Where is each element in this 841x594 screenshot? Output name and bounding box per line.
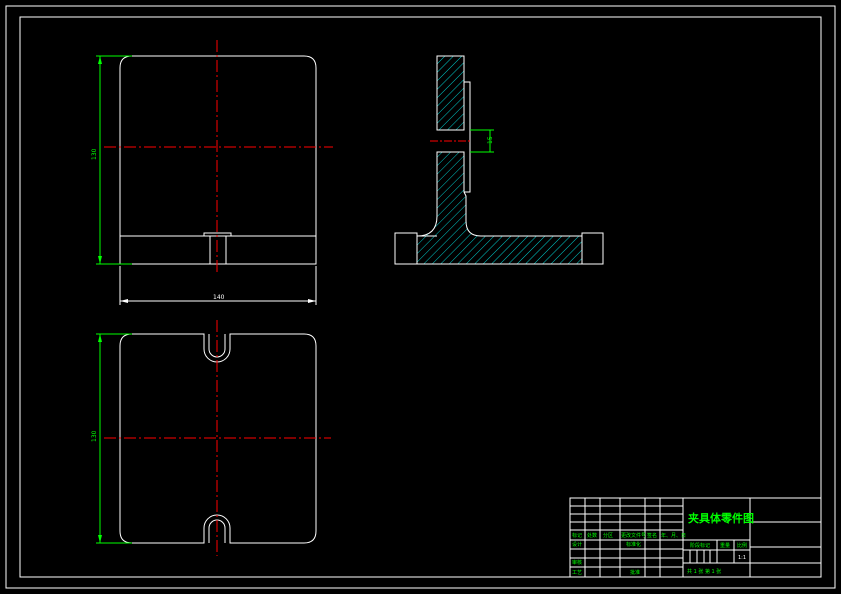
label-ratio: 比例 — [737, 542, 747, 549]
sheet-info: 共 1 张 第 1 张 — [687, 568, 721, 575]
label-weight: 重量 — [720, 542, 730, 549]
label-change-doc: 更改文件号 — [621, 532, 646, 539]
label-approve: 批准 — [630, 569, 640, 576]
side-section-step — [464, 81, 471, 193]
label-sign: 签名 — [647, 532, 657, 539]
side-section-view: 15 — [394, 55, 604, 265]
dim-label-front-height: 130 — [91, 148, 98, 160]
dim-label-front-width: 140 — [213, 294, 225, 301]
cad-drawing-canvas: 130 140 15 130 夹具体零件图 标记 处数 分区 更改文件号 签名 … — [5, 5, 836, 589]
label-process: 工艺 — [572, 570, 582, 576]
value-ratio: 1:1 — [738, 555, 746, 561]
label-stage: 阶段标记 — [690, 542, 710, 549]
dim-arrow-plan-top — [98, 334, 102, 342]
dim-arrow-plan-bottom — [98, 535, 102, 543]
sheet-outer-border — [5, 5, 836, 589]
label-review: 审核 — [572, 559, 582, 566]
side-right-flange — [581, 232, 604, 265]
side-left-flange — [394, 232, 418, 265]
plan-view: 130 — [91, 320, 331, 556]
label-count: 处数 — [587, 532, 597, 539]
sheet-inner-border — [19, 16, 822, 578]
dim-label-slot: 15 — [487, 136, 494, 144]
label-mark: 标记 — [572, 532, 582, 539]
label-date: 年、月、日 — [661, 532, 686, 539]
dim-arrow-bottom — [98, 256, 102, 264]
drawing-title: 夹具体零件图 — [688, 511, 754, 525]
title-block-text: 夹具体零件图 标记 处数 分区 更改文件号 签名 年、月、日 设计 标准化 阶段… — [572, 511, 754, 576]
label-design: 设计 — [572, 541, 582, 548]
dim-arrow-top — [98, 56, 102, 64]
label-zone: 分区 — [603, 532, 613, 539]
dim-label-plan-height: 130 — [91, 430, 98, 442]
dim-arrow-left — [120, 299, 128, 303]
dim-arrow-right — [308, 299, 316, 303]
label-standard: 标准化 — [626, 541, 641, 548]
front-view: 130 140 — [91, 40, 333, 305]
side-section-hatch — [416, 55, 583, 265]
